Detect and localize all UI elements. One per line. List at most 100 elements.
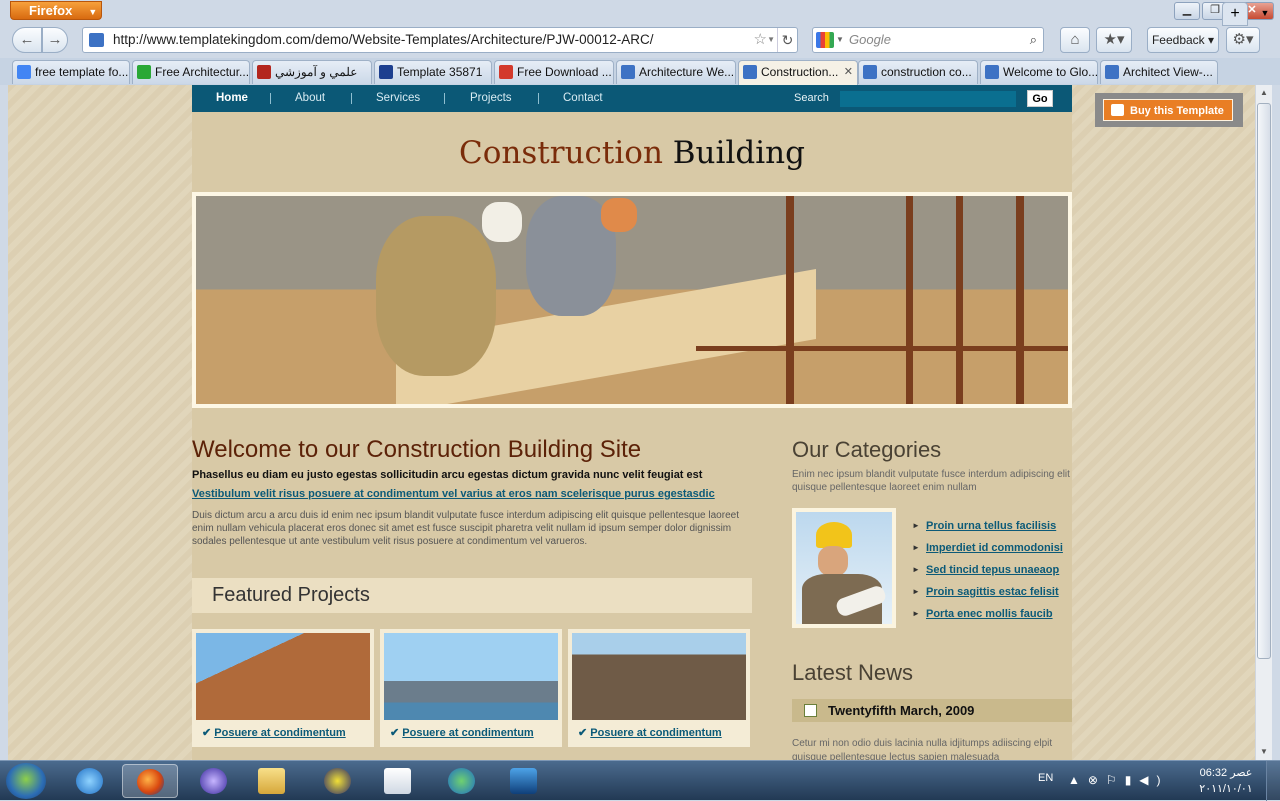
featured-project-link[interactable]: Posuere at condimentum [590, 727, 721, 739]
category-label[interactable]: Proin urna tellus facilisis [926, 520, 1056, 532]
category-link[interactable]: ► Sed tincid tepus unaeaop [912, 562, 1063, 584]
browser-tab[interactable]: Architect View-... [1100, 60, 1218, 84]
start-button[interactable] [6, 763, 46, 799]
close-tab-icon[interactable]: ✕ [844, 61, 853, 83]
category-link[interactable]: ► Porta enec mollis faucib [912, 606, 1063, 628]
arrow-bullet-icon: ► [912, 521, 920, 530]
language-indicator[interactable]: EN [1038, 772, 1053, 784]
reload-icon[interactable]: ↻ [777, 28, 797, 52]
bookmarks-button[interactable]: ★▾ [1096, 27, 1132, 53]
site-search-go-button[interactable]: Go [1027, 90, 1053, 107]
tab-favicon-icon [257, 65, 271, 79]
new-tab-button[interactable]: + [1222, 2, 1248, 26]
welcome-link[interactable]: Vestibulum velit risus posuere at condim… [192, 488, 715, 500]
taskbar-firefox-button[interactable] [122, 764, 178, 798]
category-label[interactable]: Proin sagittis estac felisit [926, 586, 1059, 598]
featured-project-link[interactable]: Posuere at condimentum [214, 727, 345, 739]
search-input[interactable]: ▼ Google ⌕ [812, 27, 1044, 53]
category-link[interactable]: ► Imperdiet id commodonisi [912, 540, 1063, 562]
bookmark-star-icon[interactable]: ☆ [754, 28, 767, 52]
internet-explorer-icon [76, 768, 103, 794]
list-all-tabs-icon[interactable]: ▼ [1254, 2, 1276, 26]
url-bar[interactable]: http://www.templatekingdom.com/demo/Webs… [82, 27, 798, 53]
taskbar-kmp-button[interactable] [496, 764, 552, 798]
buy-template-box: Buy this Template [1095, 93, 1243, 127]
site-search-input[interactable] [840, 91, 1016, 107]
feedback-button[interactable]: Feedback ▾ [1147, 27, 1219, 53]
page-viewport: Home About Services Projects Contact Sea… [8, 85, 1255, 760]
search-icon[interactable]: ⌕ [1030, 28, 1037, 52]
firefox-menu-label: Firefox [29, 3, 73, 18]
hero-banner [192, 192, 1072, 408]
tab-bar: free template fo... Free Architectur... عل… [0, 58, 1280, 85]
hero-rebar [906, 196, 913, 404]
browser-tab[interactable]: Free Architectur... [132, 60, 250, 84]
category-label[interactable]: Sed tincid tepus unaeaop [926, 564, 1059, 576]
clock-date[interactable]: ۲۰۱۱/۱۰/۰۱ [1196, 782, 1256, 795]
nav-contact[interactable]: Contact [563, 85, 603, 112]
url-history-dropdown-icon[interactable]: ▼ [767, 28, 775, 52]
browser-tab[interactable]: Template 35871 [374, 60, 492, 84]
check-icon: ✔ [578, 727, 591, 739]
clock-time[interactable]: 06:32 عصر [1196, 766, 1256, 779]
forward-button[interactable]: → [42, 27, 68, 53]
featured-project-card[interactable]: ✔ Posuere at condimentum [192, 629, 374, 747]
featured-project-caption[interactable]: ✔ Posuere at condimentum [202, 726, 346, 739]
search-engine-dropdown-icon[interactable]: ▼ [836, 28, 844, 52]
site-logo[interactable]: Construction Building [192, 135, 1072, 171]
windows-taskbar: EN ▲⊗⚐▮◀) 06:32 عصر ۲۰۱۱/۱۰/۰۱ [0, 760, 1280, 801]
browser-tab[interactable]: Architecture We... [616, 60, 736, 84]
taskbar-explorer-button[interactable] [244, 764, 300, 798]
featured-project-caption[interactable]: ✔ Posuere at condimentum [390, 726, 534, 739]
document-window-icon [384, 768, 411, 794]
buy-template-button[interactable]: Buy this Template [1103, 99, 1233, 121]
firefox-menu-button[interactable]: Firefox ▼ [10, 1, 102, 20]
vertical-scrollbar[interactable]: ▲ ▼ [1255, 85, 1272, 760]
search-placeholder: Google [849, 32, 891, 47]
tab-label: construction co... [881, 65, 972, 79]
browser-tab[interactable]: Free Download ... [494, 60, 614, 84]
taskbar-app-button[interactable] [370, 764, 426, 798]
featured-project-link[interactable]: Posuere at condimentum [402, 727, 533, 739]
featured-project-image[interactable] [196, 633, 370, 720]
nav-about[interactable]: About [295, 85, 325, 112]
taskbar-app-button[interactable] [186, 764, 242, 798]
browser-tab[interactable]: Construction... ✕ [738, 60, 858, 85]
google-icon[interactable] [816, 32, 834, 48]
nav-home[interactable]: Home [216, 85, 248, 112]
featured-project-image[interactable] [384, 633, 558, 720]
browser-tab[interactable]: علمي و آموزشي [252, 60, 372, 84]
browser-tab[interactable]: free template fo... [12, 60, 130, 84]
logo-part-2: Building [672, 135, 805, 171]
category-link[interactable]: ► Proin urna tellus facilisis [912, 518, 1063, 540]
taskbar-app-button[interactable] [310, 764, 366, 798]
engineer-photo [796, 512, 892, 624]
site-identity-icon[interactable] [89, 33, 104, 47]
category-label[interactable]: Porta enec mollis faucib [926, 608, 1053, 620]
featured-project-card[interactable]: ✔ Posuere at condimentum [568, 629, 750, 747]
minimize-button[interactable]: ▁ [1174, 2, 1200, 20]
scroll-up-arrow-icon[interactable]: ▲ [1256, 85, 1272, 101]
home-button[interactable]: ⌂ [1060, 27, 1090, 53]
logo-part-1: Construction [459, 135, 663, 171]
featured-project-caption[interactable]: ✔ Posuere at condimentum [578, 726, 722, 739]
browser-tab[interactable]: Welcome to Glo... [980, 60, 1098, 84]
tab-label: Template 35871 [397, 65, 483, 79]
category-link[interactable]: ► Proin sagittis estac felisit [912, 584, 1063, 606]
scroll-down-arrow-icon[interactable]: ▼ [1256, 744, 1272, 760]
system-tray[interactable]: ▲⊗⚐▮◀) [1068, 773, 1169, 787]
welcome-intro: Phasellus eu diam eu justo egestas solli… [192, 469, 703, 481]
taskbar-download-manager-button[interactable] [434, 764, 490, 798]
browser-tab[interactable]: construction co... [858, 60, 978, 84]
featured-project-card[interactable]: ✔ Posuere at condimentum [380, 629, 562, 747]
show-desktop-button[interactable] [1266, 761, 1280, 801]
nav-projects[interactable]: Projects [470, 85, 512, 112]
featured-project-image[interactable] [572, 633, 746, 720]
addon-button[interactable]: ⚙▾ [1226, 27, 1260, 53]
nav-services[interactable]: Services [376, 85, 420, 112]
taskbar-ie-button[interactable] [62, 764, 118, 798]
scrollbar-thumb[interactable] [1257, 103, 1271, 659]
category-label[interactable]: Imperdiet id commodonisi [926, 542, 1063, 554]
back-button[interactable]: ← [12, 27, 42, 53]
arrow-bullet-icon: ► [912, 587, 920, 596]
